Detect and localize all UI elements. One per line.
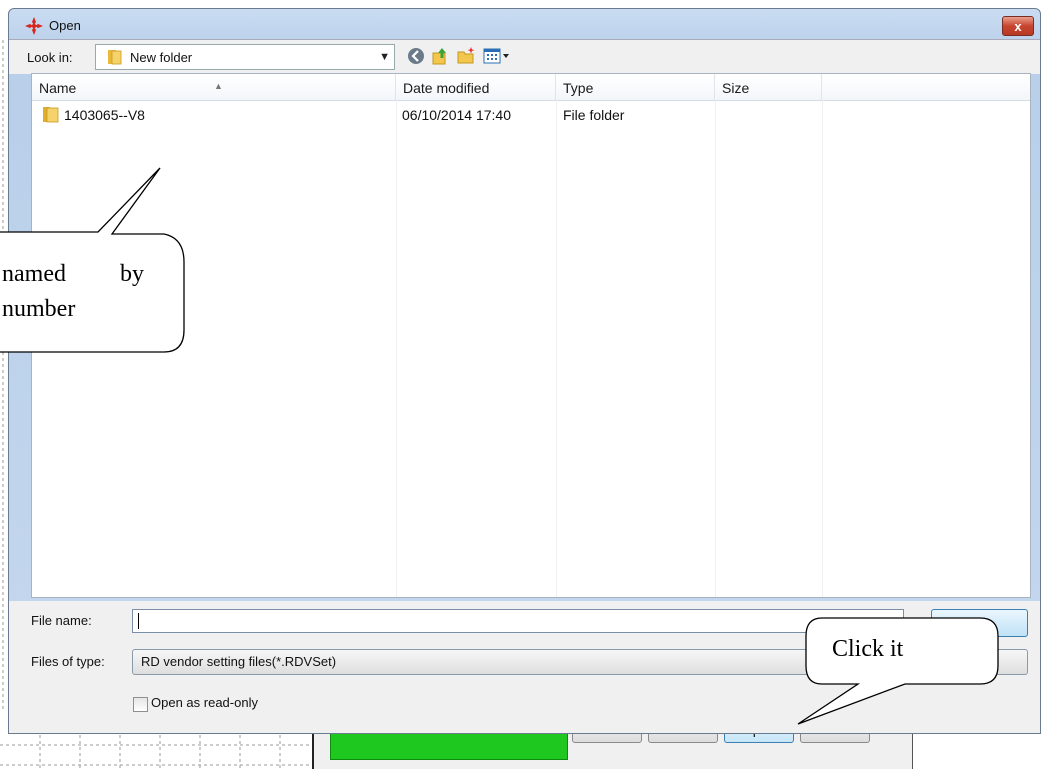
- up-folder-icon: [432, 48, 446, 65]
- column-divider: [715, 100, 716, 597]
- file-list-row[interactable]: 1403065--V8 06/10/2014 17:40 File folder: [32, 104, 1030, 128]
- column-type-label: Type: [563, 80, 594, 96]
- views-menu-icon: [483, 48, 509, 64]
- file-list[interactable]: Name ▲ Date modified Type Size 1403065--…: [31, 73, 1031, 598]
- left-callout-line2: number: [2, 296, 76, 322]
- row-type: File folder: [563, 107, 625, 123]
- dialog-title: Open: [49, 18, 81, 33]
- read-only-checkbox[interactable]: [133, 697, 148, 712]
- column-header-name[interactable]: Name ▲: [32, 74, 396, 100]
- left-callout-word-by: by: [120, 261, 144, 287]
- column-divider: [556, 100, 557, 597]
- right-callout-text: Click it: [832, 636, 904, 662]
- close-button[interactable]: x: [1002, 16, 1034, 36]
- back-arrow-icon: [408, 48, 424, 64]
- chevron-down-icon: ▼: [379, 51, 390, 63]
- column-size-label: Size: [722, 80, 750, 96]
- open-dialog: Open x Look in: New folder ▼ Name ▲ Date…: [8, 8, 1041, 734]
- text-caret: [138, 613, 139, 629]
- file-list-header: Name ▲ Date modified Type Size: [32, 74, 1030, 101]
- column-header-size[interactable]: Size: [715, 74, 822, 100]
- column-divider: [396, 100, 397, 597]
- up-folder-button[interactable]: [429, 45, 451, 67]
- file-name-label: File name:: [31, 613, 92, 628]
- column-date-label: Date modified: [403, 80, 490, 96]
- close-icon: x: [1014, 18, 1022, 34]
- dialog-footer: File name: Files of type: RD vendor sett…: [9, 601, 1040, 733]
- views-menu-button[interactable]: [483, 45, 513, 67]
- folder-icon: [43, 107, 59, 123]
- new-folder-icon: [457, 47, 475, 64]
- file-name-input[interactable]: [132, 609, 904, 633]
- look-in-dropdown[interactable]: New folder ▼: [95, 44, 395, 70]
- left-callout-word-named: named: [2, 261, 66, 287]
- new-folder-button[interactable]: [455, 45, 477, 67]
- open-button[interactable]: [931, 609, 1028, 637]
- row-date-modified: 06/10/2014 17:40: [402, 107, 511, 123]
- column-name-label: Name: [39, 80, 77, 96]
- column-header-date[interactable]: Date modified: [396, 74, 556, 100]
- row-name: 1403065--V8: [64, 107, 145, 123]
- title-bar: Open x: [9, 9, 1040, 39]
- column-header-type[interactable]: Type: [556, 74, 715, 100]
- look-in-label: Look in:: [27, 50, 73, 65]
- app-logo-icon: [25, 17, 43, 35]
- look-in-value: New folder: [130, 49, 193, 65]
- file-type-label: Files of type:: [31, 654, 105, 669]
- file-type-value: RD vendor setting files(*.RDVSet): [141, 654, 337, 669]
- back-button[interactable]: [405, 45, 427, 67]
- read-only-label: Open as read-only: [151, 695, 258, 710]
- folder-icon: [108, 50, 122, 65]
- sort-ascending-icon: ▲: [214, 81, 223, 91]
- column-divider: [822, 100, 823, 597]
- look-in-bar: Look in: New folder ▼: [9, 39, 1040, 74]
